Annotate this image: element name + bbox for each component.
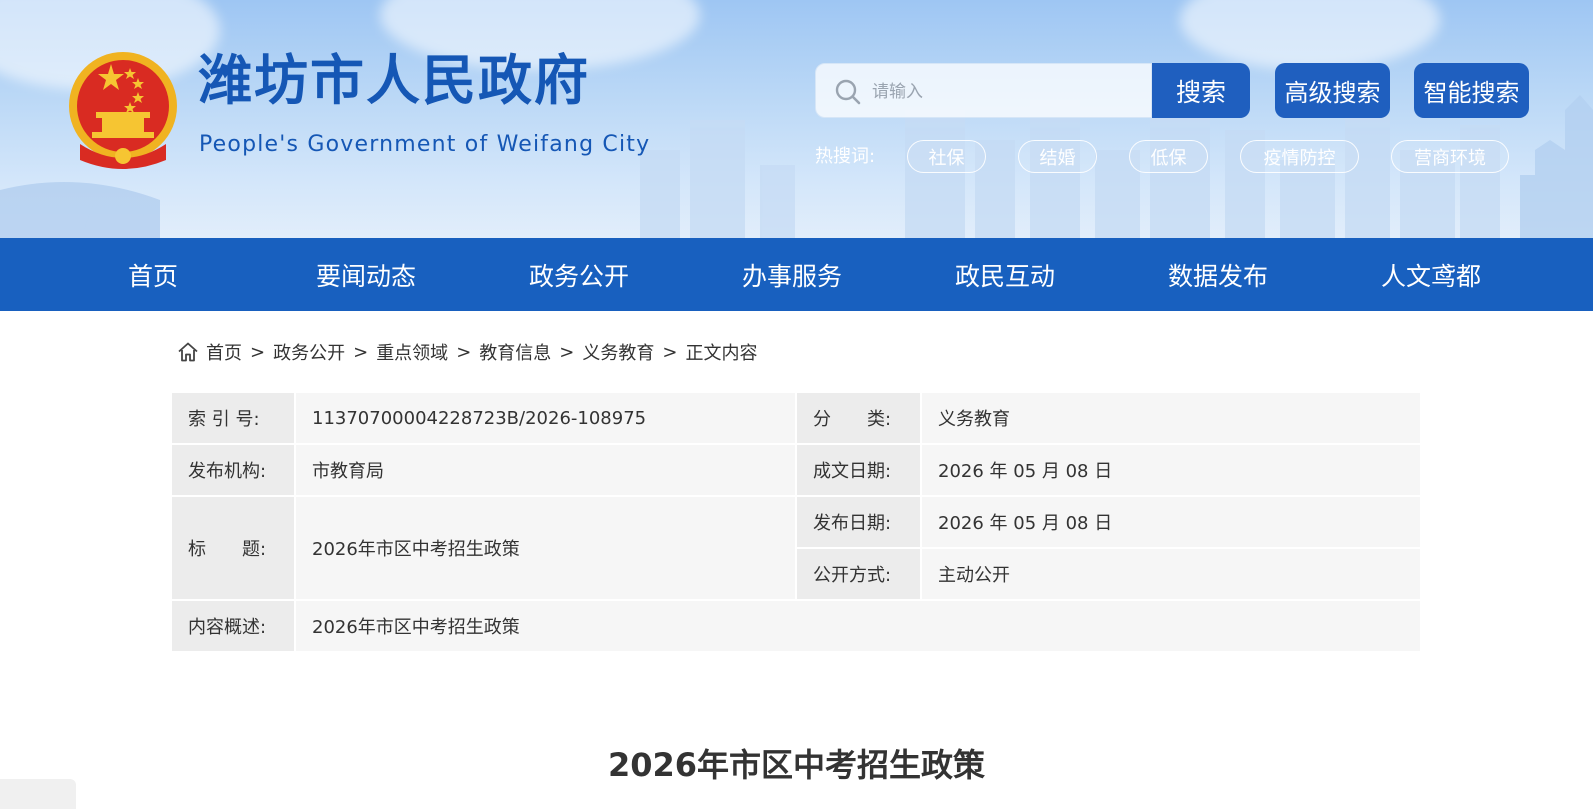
breadcrumb-separator: > xyxy=(456,341,472,363)
nav-item-news[interactable]: 要闻动态 xyxy=(286,238,446,311)
breadcrumb-separator: > xyxy=(353,341,369,363)
publisher-label: 发布机构: xyxy=(172,445,296,497)
table-row: 内容概述: 2026年市区中考招生政策 xyxy=(172,601,1422,653)
breadcrumb: 首页 > 政务公开 > 重点领域 > 教育信息 > 义务教育 > 正文内容 xyxy=(176,339,757,365)
disclosure-value: 主动公开 xyxy=(922,549,1422,601)
hot-search-label: 热搜词: xyxy=(815,146,876,167)
site-header: 潍坊市人民政府 People's Government of Weifang C… xyxy=(0,0,1593,240)
search-box xyxy=(815,63,1152,119)
advanced-search-button[interactable]: 高级搜索 xyxy=(1275,63,1390,118)
nav-item-interaction[interactable]: 政民互动 xyxy=(925,238,1085,311)
nav-item-data[interactable]: 数据发布 xyxy=(1138,238,1298,311)
smart-search-button[interactable]: 智能搜索 xyxy=(1414,63,1529,118)
search-icon xyxy=(835,79,861,105)
hot-tag-business-environment[interactable]: 营商环境 xyxy=(1391,140,1509,173)
index-label: 索 引 号: xyxy=(172,393,296,445)
table-row: 标 题: 2026年市区中考招生政策 发布日期: 2026 年 05 月 08 … xyxy=(172,497,1422,601)
site-title: 潍坊市人民政府 xyxy=(198,49,590,112)
written-date-label: 成文日期: xyxy=(797,445,922,497)
nav-item-home[interactable]: 首页 xyxy=(73,238,233,311)
hot-tag-social-security[interactable]: 社保 xyxy=(907,140,986,173)
search-input[interactable] xyxy=(870,64,1144,119)
category-label: 分 类: xyxy=(797,393,922,445)
table-row: 发布机构: 市教育局 成文日期: 2026 年 05 月 08 日 xyxy=(172,445,1422,497)
city-skyline-decoration xyxy=(0,95,1593,240)
disclosure-label: 公开方式: xyxy=(797,549,922,601)
nav-item-services[interactable]: 办事服务 xyxy=(712,238,872,311)
table-row: 索 引 号: 11370700004228723B/2026-108975 分 … xyxy=(172,393,1422,445)
breadcrumb-separator: > xyxy=(559,341,575,363)
breadcrumb-separator: > xyxy=(662,341,678,363)
category-value: 义务教育 xyxy=(922,393,1422,445)
home-icon xyxy=(178,342,198,362)
breadcrumb-compulsory-education[interactable]: 义务教育 xyxy=(582,339,654,365)
summary-label: 内容概述: xyxy=(172,601,296,653)
breadcrumb-current: 正文内容 xyxy=(685,343,758,364)
hot-tag-epidemic-control[interactable]: 疫情防控 xyxy=(1240,140,1359,173)
written-date-value: 2026 年 05 月 08 日 xyxy=(922,445,1422,497)
breadcrumb-key-areas[interactable]: 重点领域 xyxy=(376,339,448,365)
summary-value: 2026年市区中考招生政策 xyxy=(296,601,1422,653)
national-emblem-icon xyxy=(69,52,177,169)
breadcrumb-gov-affairs[interactable]: 政务公开 xyxy=(273,339,345,365)
nav-item-gov-affairs[interactable]: 政务公开 xyxy=(499,238,659,311)
document-info-table: 索 引 号: 11370700004228723B/2026-108975 分 … xyxy=(172,393,1422,653)
article-heading: 2026年市区中考招生政策 xyxy=(607,746,986,784)
floating-tab[interactable] xyxy=(0,779,76,809)
search-button[interactable]: 搜索 xyxy=(1152,63,1250,118)
nav-item-culture[interactable]: 人文鸢都 xyxy=(1351,238,1511,311)
breadcrumb-education-info[interactable]: 教育信息 xyxy=(479,339,551,365)
title-value: 2026年市区中考招生政策 xyxy=(296,497,797,601)
publish-date-label: 发布日期: xyxy=(797,497,922,549)
publisher-value: 市教育局 xyxy=(296,445,797,497)
index-value: 11370700004228723B/2026-108975 xyxy=(296,393,797,445)
breadcrumb-home[interactable]: 首页 xyxy=(206,339,242,365)
hot-tag-marriage[interactable]: 结婚 xyxy=(1018,140,1097,173)
publish-date-value: 2026 年 05 月 08 日 xyxy=(922,497,1422,549)
main-nav: 首页 要闻动态 政务公开 办事服务 政民互动 数据发布 人文鸢都 xyxy=(0,238,1593,311)
breadcrumb-separator: > xyxy=(250,341,266,363)
title-label: 标 题: xyxy=(172,497,296,601)
site-subtitle: People's Government of Weifang City xyxy=(199,132,651,157)
hot-tag-basic-allowance[interactable]: 低保 xyxy=(1129,140,1208,173)
